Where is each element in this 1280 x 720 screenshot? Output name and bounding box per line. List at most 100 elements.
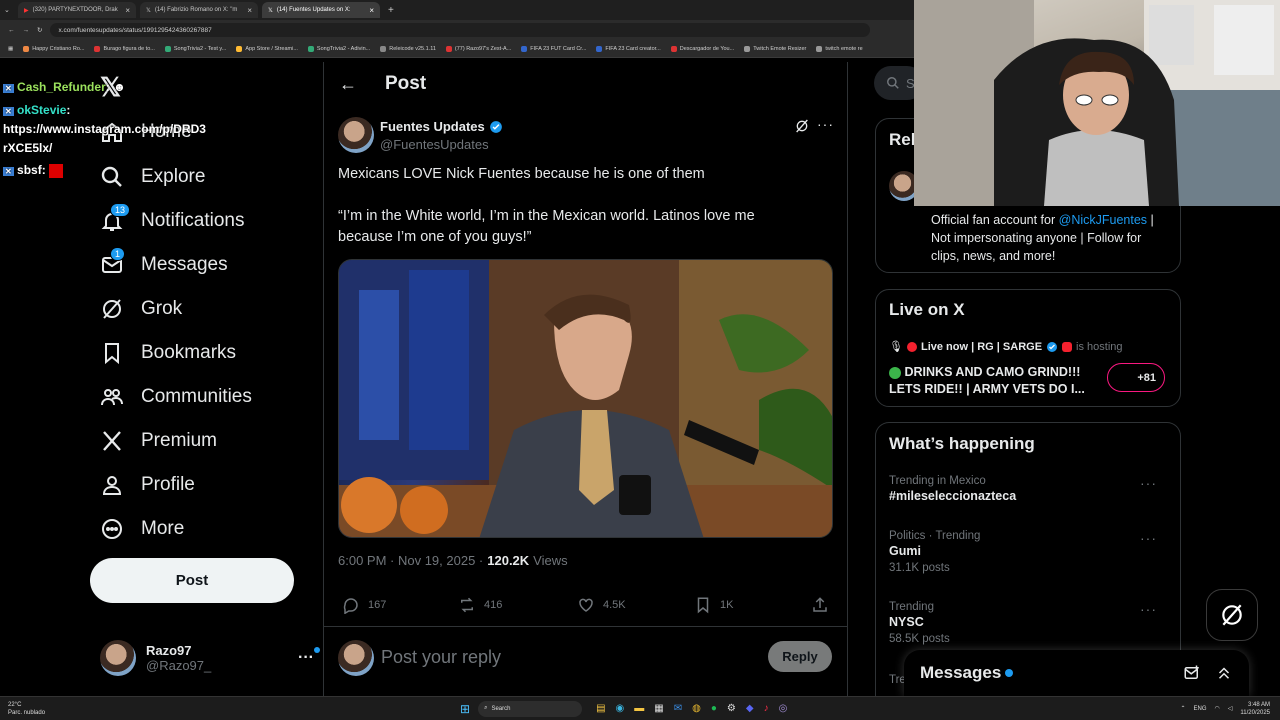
- grok-icon: [103, 299, 121, 319]
- author-name-row[interactable]: Fuentes Updates: [380, 119, 503, 134]
- nav-notifications[interactable]: 13 Notifications: [100, 199, 245, 243]
- close-tab-icon[interactable]: ×: [125, 6, 130, 15]
- browser-tab-active[interactable]: 𝕏 (14) Fuentes Updates on X: ×: [262, 2, 380, 18]
- bookmark-item[interactable]: SongTrivia2 - Test y...: [164, 45, 226, 52]
- author-avatar[interactable]: [338, 117, 374, 153]
- nav-bookmarks[interactable]: Bookmarks: [100, 331, 236, 375]
- search-icon: [101, 166, 122, 187]
- url-field[interactable]: x.com/fuentesupdates/status/199129542436…: [50, 23, 871, 37]
- reload-icon[interactable]: ↻: [37, 26, 42, 34]
- post-more-icon[interactable]: ···: [817, 116, 834, 132]
- messages-drawer[interactable]: Messages: [904, 650, 1249, 696]
- nav-explore[interactable]: Explore: [100, 155, 205, 199]
- spotify-icon[interactable]: ●: [711, 703, 717, 714]
- bookmark-item[interactable]: Releicode v25.1.11: [380, 45, 436, 52]
- browser-tab[interactable]: 𝕏 (14) Fabrizio Romano on X: "m ×: [140, 2, 258, 18]
- bookmark-item[interactable]: Burago figura de to...: [94, 45, 155, 52]
- nav-grok[interactable]: Grok: [100, 287, 182, 331]
- reply-action[interactable]: 167: [342, 596, 386, 614]
- mail-icon[interactable]: ✉: [674, 703, 682, 714]
- chat-line: ✕ Cash_Refunder: ☻: [3, 80, 126, 94]
- bio-mention-link[interactable]: @NickJFuentes: [1059, 213, 1147, 227]
- trend-more-icon[interactable]: ···: [1140, 475, 1157, 491]
- account-name: Razo97: [146, 643, 192, 658]
- system-tray[interactable]: ⌃ ENG ◠ ◁ 3:48 AM 11/20/2025: [1180, 701, 1280, 717]
- taskbar-search[interactable]: ⌕ Search: [478, 700, 583, 717]
- bookmark-item[interactable]: Descargador de You...: [670, 45, 734, 52]
- post-video[interactable]: [338, 259, 833, 538]
- discord-icon[interactable]: ◆: [746, 703, 754, 714]
- new-tab-icon[interactable]: +: [388, 5, 394, 16]
- bookmark-item[interactable]: App Store / Streami...: [236, 45, 298, 52]
- trend-item[interactable]: Trending NYSC 58.5K posts ···: [889, 601, 1169, 645]
- clock[interactable]: 3:48 AM 11/20/2025: [1240, 701, 1270, 717]
- grok-icon[interactable]: [794, 118, 810, 134]
- live-title: Live on X: [889, 300, 965, 319]
- live-listener-count[interactable]: +81: [1107, 363, 1165, 392]
- new-message-icon[interactable]: [1183, 664, 1201, 682]
- bookmark-item[interactable]: Twitch Emote Resizer: [744, 45, 806, 52]
- file-explorer-icon[interactable]: ▤: [596, 703, 605, 714]
- reply-input[interactable]: Post your reply: [381, 647, 751, 668]
- chevron-up-icon[interactable]: ⌃: [1180, 705, 1185, 712]
- author-handle[interactable]: @FuentesUpdates: [380, 137, 489, 152]
- bookmark-item[interactable]: SongTrivia2 - Adivin...: [307, 45, 370, 52]
- back-icon[interactable]: ←: [8, 27, 15, 34]
- edge-icon[interactable]: ◉: [616, 703, 625, 714]
- x-premium-icon: [103, 431, 121, 451]
- weather-widget[interactable]: 22°C Parc. nublado: [8, 701, 45, 717]
- nav-communities[interactable]: Communities: [100, 375, 252, 419]
- close-tab-icon[interactable]: ×: [247, 6, 252, 15]
- close-tab-icon[interactable]: ×: [369, 6, 374, 15]
- apps-icon[interactable]: ▦: [8, 46, 13, 52]
- repost-action[interactable]: 416: [458, 596, 502, 614]
- bookmark-item[interactable]: Happy Cristiano Ro...: [23, 45, 84, 52]
- repost-icon: [461, 597, 473, 613]
- post-timestamp[interactable]: 6:00 PM · Nov 19, 2025 ·: [338, 553, 483, 568]
- expand-icon[interactable]: [1215, 664, 1233, 682]
- post-button[interactable]: Post: [90, 558, 294, 603]
- trend-item[interactable]: Politics · Trending Gumi 31.1K posts ···: [889, 530, 1169, 574]
- post-header: ← Post: [323, 62, 848, 106]
- browser-tab[interactable]: ▶ (320) PARTYNEXTDOOR, Drak ×: [18, 2, 136, 18]
- tab-menu-icon[interactable]: ⌄: [4, 6, 14, 14]
- trend-more-icon[interactable]: ···: [1140, 530, 1157, 546]
- like-action[interactable]: 4.5K: [577, 596, 626, 614]
- forward-icon[interactable]: →: [23, 27, 30, 34]
- mic-icon: 🎙: [889, 341, 903, 353]
- folder-icon[interactable]: ▬: [634, 703, 644, 714]
- live-badge-icon: [1062, 341, 1073, 352]
- bookmark-action[interactable]: 1K: [694, 596, 733, 614]
- bookmark-item[interactable]: FIFA 23 Card creator...: [596, 45, 661, 52]
- trend-item[interactable]: Trending in Mexico #mileseleccionazteca …: [889, 475, 1169, 503]
- bookmark-item[interactable]: twitch emote re: [816, 45, 863, 52]
- obs-icon[interactable]: ◎: [779, 703, 788, 714]
- bookmark-item[interactable]: (77) Razo97's Zest-A...: [445, 45, 511, 52]
- address-bar-row: ← → ↻ x.com/fuentesupdates/status/199129…: [0, 20, 914, 40]
- notification-dot: [314, 647, 320, 653]
- grok-button[interactable]: [1206, 589, 1258, 641]
- nav-more[interactable]: More: [100, 507, 184, 551]
- badge-icon: ✕: [3, 107, 14, 116]
- account-switcher[interactable]: Razo97 @Razo97_ ···: [100, 638, 320, 678]
- back-arrow-icon[interactable]: ←: [339, 74, 369, 95]
- reply-button[interactable]: Reply: [768, 641, 832, 672]
- settings-icon[interactable]: ⚙: [727, 703, 736, 714]
- live-host-row[interactable]: 🎙 Live now | RG | SARGE is hosting: [889, 340, 1123, 354]
- store-icon[interactable]: ▦: [654, 703, 663, 714]
- reply-icon: [343, 598, 358, 614]
- music-icon[interactable]: ♪: [764, 703, 769, 714]
- trend-more-icon[interactable]: ···: [1140, 601, 1157, 617]
- nav-premium[interactable]: Premium: [100, 419, 217, 463]
- nav-profile[interactable]: Profile: [100, 463, 195, 507]
- profile-bio: Official fan account for @NickJFuentes |…: [931, 213, 1154, 263]
- green-circle-icon: [889, 366, 901, 379]
- windows-start-icon[interactable]: ⊞: [460, 702, 470, 716]
- share-action[interactable]: [811, 596, 829, 614]
- bookmark-item[interactable]: FIFA 23 FUT Card Cr...: [521, 45, 586, 52]
- nav-messages[interactable]: 1 Messages: [100, 243, 228, 287]
- chat-line: rXCE5lx/: [3, 141, 53, 155]
- chrome-icon[interactable]: ◍: [692, 703, 701, 714]
- live-description[interactable]: DRINKS AND CAMO GRIND!!! LETS RIDE!! | A…: [889, 364, 1099, 398]
- badge-icon: ✕: [3, 167, 14, 176]
